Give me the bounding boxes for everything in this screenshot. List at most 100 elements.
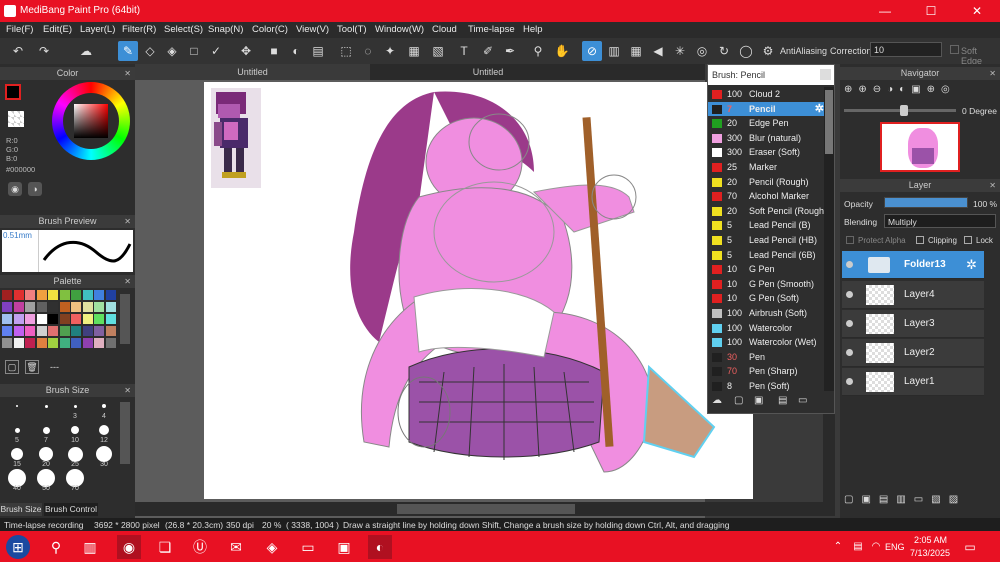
color-history-icon[interactable]: ◑ [28, 182, 42, 196]
palette-swatch[interactable] [94, 290, 104, 300]
chrome-icon[interactable]: ◉ [117, 535, 141, 559]
magic-wand-icon[interactable]: ✦ [380, 41, 400, 61]
palette-swatch[interactable] [82, 338, 93, 348]
brush-list-item[interactable]: 20 Edge Pen [708, 116, 826, 131]
palette-swatch[interactable] [48, 326, 58, 336]
layer-row-3[interactable]: Layer3 [842, 310, 984, 338]
minimize-button[interactable]: — [862, 0, 908, 22]
horizontal-scrollbar[interactable] [135, 502, 835, 516]
clipping-checkbox[interactable] [916, 236, 924, 244]
brush-list-item[interactable]: 5 Lead Pencil (HB) [708, 233, 826, 248]
palette-swatch[interactable] [2, 302, 12, 312]
menu-view[interactable]: View(V) [296, 24, 329, 35]
outlook-icon[interactable]: ✉ [224, 535, 248, 559]
brush-size-option[interactable]: 3 [62, 398, 88, 421]
app-icon-2[interactable]: ◈ [260, 535, 284, 559]
layer-row-4[interactable]: Layer4 [842, 281, 984, 309]
palette-add-icon[interactable]: ▢ [5, 360, 19, 374]
palette-swatch[interactable] [71, 338, 81, 348]
brush-panel-close-icon[interactable] [820, 69, 831, 80]
panel-close-icon[interactable]: ✕ [124, 384, 131, 397]
menu-snap[interactable]: Snap(N) [208, 24, 243, 35]
palette-delete-icon[interactable]: 🗑 [25, 360, 39, 374]
brush-list-item[interactable]: 30 Pen [708, 350, 826, 365]
palette-swatch[interactable] [105, 338, 116, 348]
text-tool-icon[interactable]: T [454, 41, 474, 61]
doc-tab-1[interactable]: Untitled [135, 64, 370, 80]
palette-swatch[interactable] [2, 290, 12, 300]
search-icon[interactable]: ⚲ [44, 535, 68, 559]
palette-swatch[interactable] [105, 302, 116, 312]
horizontal-scroll-thumb[interactable] [397, 504, 575, 514]
app-icon-1[interactable]: ❏ [153, 535, 177, 559]
snap-settings-icon[interactable]: ⚙ [758, 41, 778, 61]
cloud-sync-icon[interactable]: ☁ [76, 41, 96, 61]
palette-swatch[interactable] [25, 326, 35, 336]
eyedropper-icon[interactable]: ⚲ [528, 41, 548, 61]
clock-time[interactable]: 2:05 AM [914, 535, 947, 545]
brush-list-item[interactable]: 10 G Pen [708, 262, 826, 277]
brush-list-scrollbar[interactable] [824, 87, 834, 391]
brush-list-item[interactable]: 100 Watercolor [708, 321, 826, 336]
brush-size-option[interactable]: 4 [91, 398, 117, 421]
transparent-color-swatch[interactable] [8, 111, 24, 127]
rect-icon[interactable]: □ [184, 41, 204, 61]
hand-tool-icon[interactable]: ✋ [552, 41, 572, 61]
dot-eraser-icon[interactable]: ◈ [162, 41, 182, 61]
visibility-icon[interactable] [846, 261, 853, 268]
snap-circle-icon[interactable]: ◎ [692, 41, 712, 61]
palette-swatch[interactable] [2, 326, 12, 336]
palette-swatch[interactable] [82, 302, 93, 312]
soft-edge-checkbox[interactable] [950, 45, 959, 54]
brush-size-option[interactable]: 12 [91, 422, 117, 445]
brush-list-item[interactable]: 300 Eraser (Soft) [708, 145, 826, 160]
brush-folder-icon[interactable]: ▭ [798, 395, 807, 406]
snap-parallel-icon[interactable]: ▥ [604, 41, 624, 61]
palette-swatch[interactable] [59, 314, 70, 324]
panel-close-icon[interactable]: ✕ [989, 67, 996, 80]
brush-size-option[interactable]: 5 [4, 422, 30, 445]
color-wheel[interactable] [52, 82, 130, 160]
brush-list-item[interactable]: 8 Pen (Soft) [708, 379, 826, 391]
brush-size-option[interactable]: 25 [62, 446, 88, 469]
palette-swatch[interactable] [48, 314, 58, 324]
lasso-icon[interactable]: ◌ [358, 41, 378, 61]
palette-swatch[interactable] [94, 302, 104, 312]
brush-list-item[interactable]: 7 Pencil ✲ [708, 101, 826, 117]
palette-swatch[interactable] [25, 290, 35, 300]
brush-menu-icon[interactable]: ▣ [754, 395, 763, 406]
palette-swatch[interactable] [94, 338, 104, 348]
menu-timelapse[interactable]: Time-lapse [468, 24, 515, 35]
snap-radial-icon[interactable]: ✳ [670, 41, 690, 61]
layer-settings-icon[interactable]: ✲ [966, 257, 977, 273]
brush-list-item[interactable]: 20 Soft Pencil (Rough) [708, 204, 826, 219]
start-button-icon[interactable]: ⊞ [6, 535, 30, 559]
brush-list-item[interactable]: 300 Blur (natural) [708, 131, 826, 146]
snap-curve-icon[interactable]: ↻ [714, 41, 734, 61]
menu-select[interactable]: Select(S) [164, 24, 203, 35]
lock-checkbox[interactable] [964, 236, 972, 244]
language-indicator[interactable]: ENG [885, 542, 905, 552]
menu-file[interactable]: File(F) [6, 24, 33, 35]
palette-swatch[interactable] [36, 338, 47, 348]
layer-row-1[interactable]: Layer1 [842, 368, 984, 396]
menu-window[interactable]: Window(W) [375, 24, 424, 35]
palette-swatch[interactable] [48, 290, 58, 300]
brush-size-option[interactable]: 20 [33, 446, 59, 469]
brush-list-item[interactable]: 70 Alcohol Marker [708, 189, 826, 204]
palette-swatch[interactable] [105, 326, 116, 336]
rotation-slider[interactable] [844, 105, 956, 116]
fill-rect-icon[interactable]: ■ [264, 41, 284, 61]
rotation-slider-thumb[interactable] [900, 105, 908, 116]
brush-list-item[interactable]: 100 Airbrush (Soft) [708, 306, 826, 321]
panel-close-icon[interactable]: ✕ [124, 215, 131, 228]
brush-list-item[interactable]: 5 Lead Pencil (B) [708, 218, 826, 233]
palette-swatch[interactable] [36, 290, 47, 300]
bucket-icon[interactable]: ◐ [286, 41, 306, 61]
navigator-tools[interactable]: ⊕⊕⊖◑◐▣⊕◎ [844, 84, 996, 100]
menu-edit[interactable]: Edit(E) [43, 24, 72, 35]
brush-size-option[interactable]: 30 [91, 446, 117, 469]
palette-swatch[interactable] [36, 326, 47, 336]
brush-list-item[interactable]: 70 Pen (Sharp) [708, 364, 826, 379]
brush-size-option[interactable]: 10 [62, 422, 88, 445]
